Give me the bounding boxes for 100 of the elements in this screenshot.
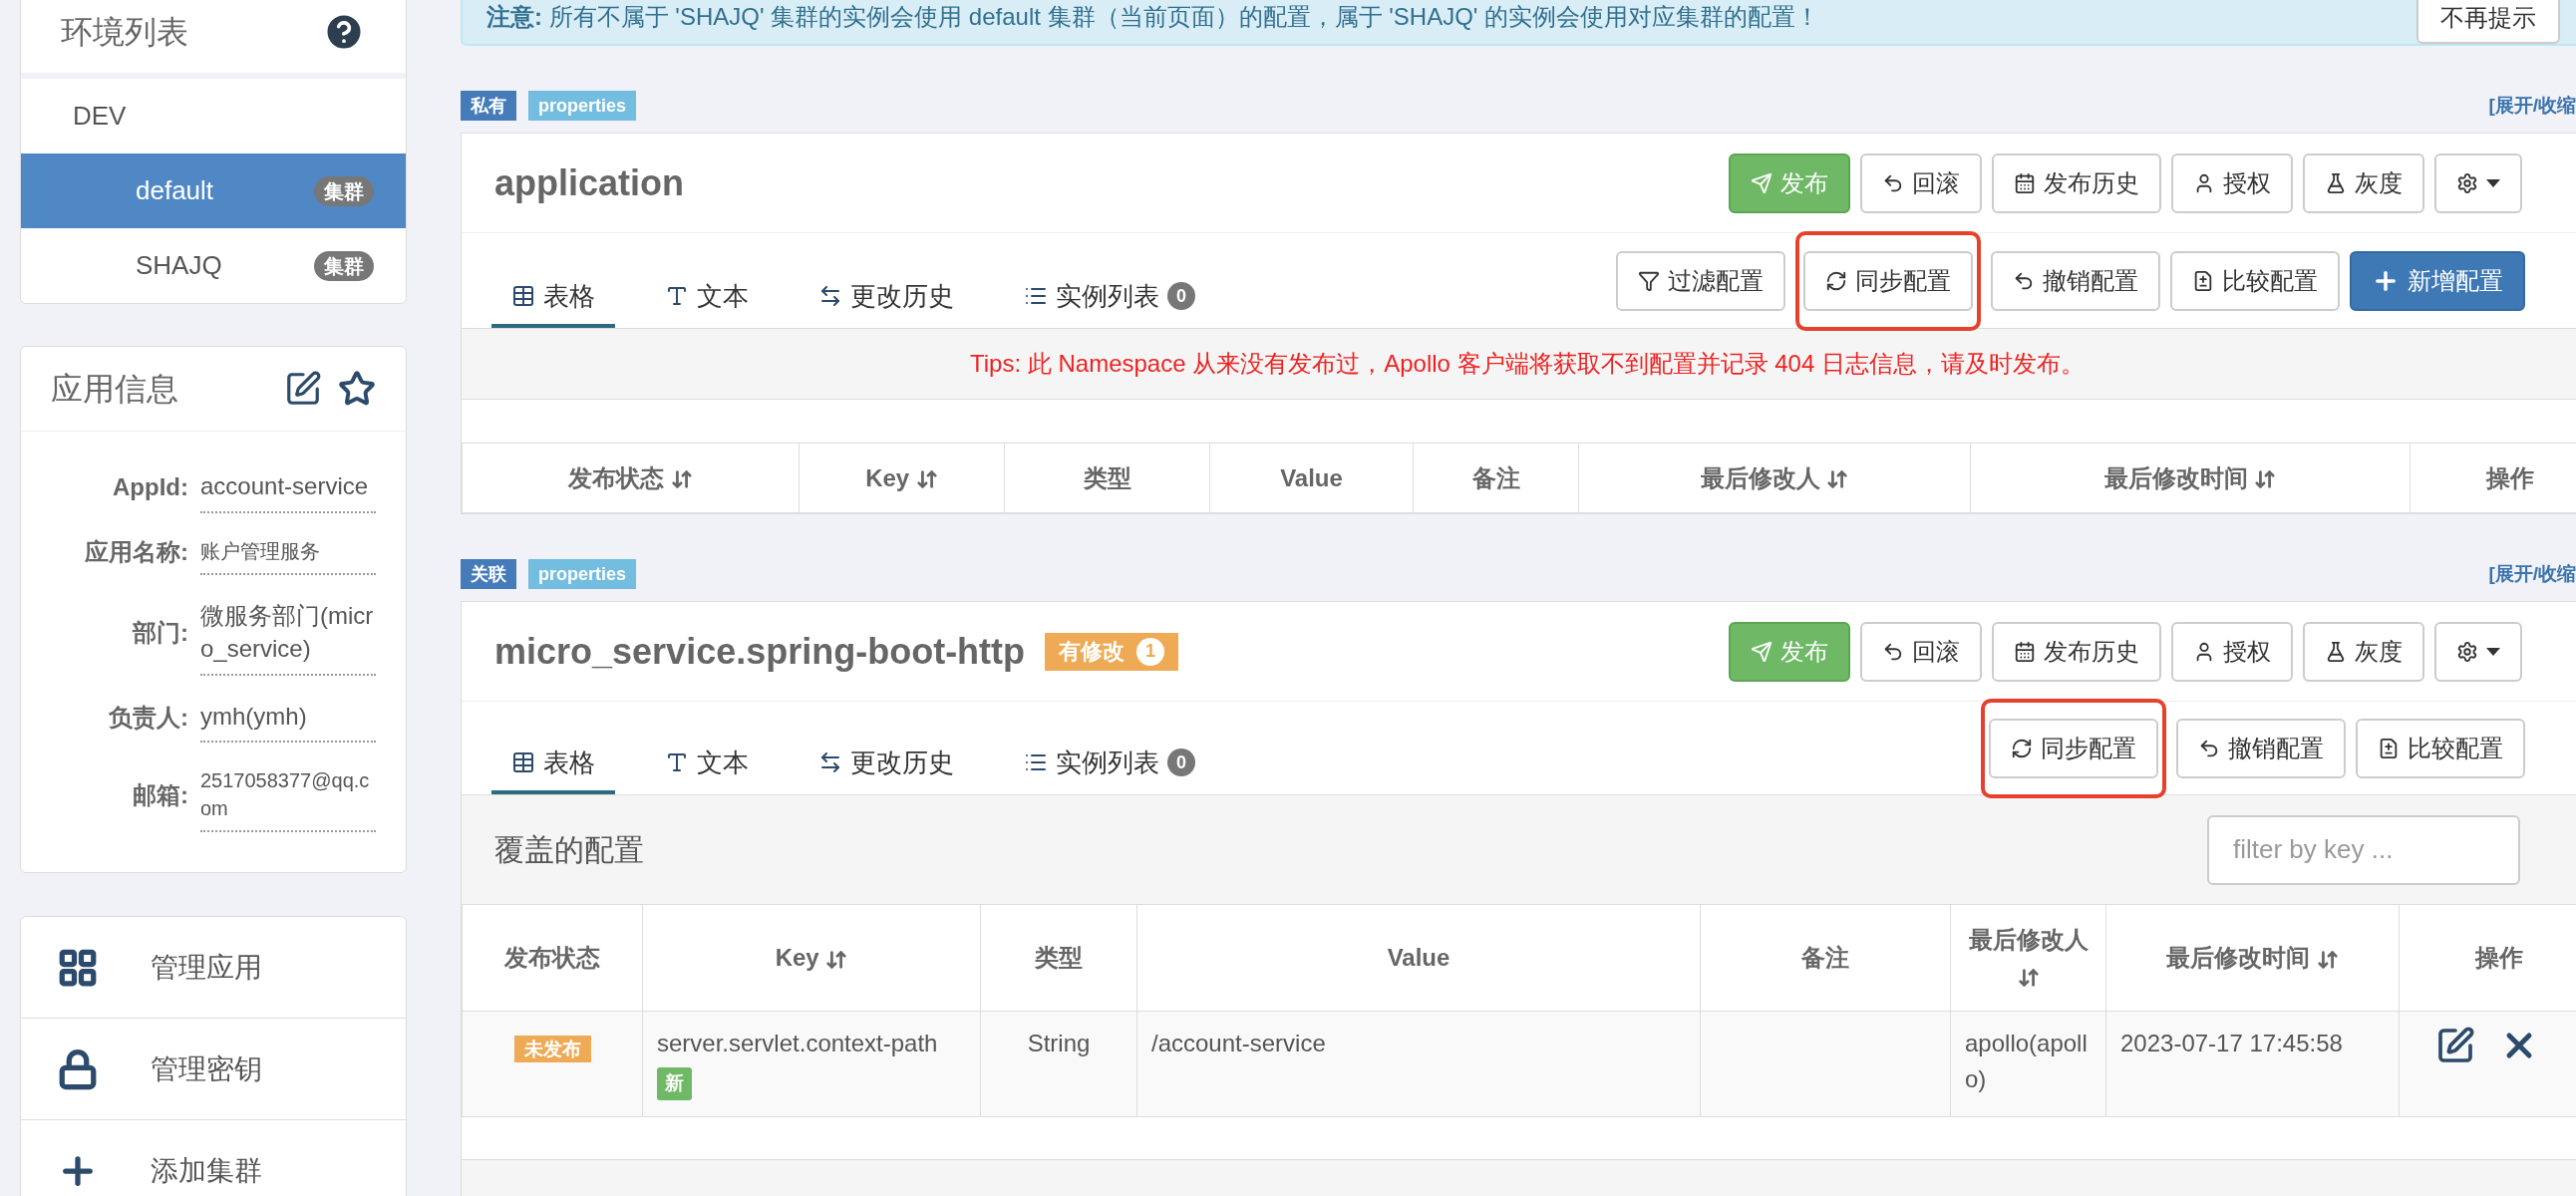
- status-badge: 未发布: [513, 1036, 591, 1062]
- field-value: account-service: [200, 461, 376, 513]
- cluster-item[interactable]: default 集群: [21, 153, 406, 228]
- tips-banner: Tips: 此 Namespace 从来没有发布过，Apollo 客户端将获取不到配置并记录 404 日志信息，请及时发布。: [462, 328, 2576, 400]
- document-icon: [2192, 269, 2214, 292]
- lock-icon: [57, 1047, 99, 1090]
- settings-dropdown-button[interactable]: [2434, 621, 2522, 682]
- column-header[interactable]: 最后修改时间: [2105, 904, 2400, 1012]
- caret-icon: [2486, 647, 2500, 656]
- expand-collapse-link[interactable]: [展开/收缩: [2488, 559, 2576, 589]
- env-item[interactable]: DEV: [21, 79, 406, 153]
- table-cell: String: [980, 1011, 1137, 1117]
- action-button[interactable]: 撤销配置: [2176, 718, 2346, 778]
- count-badge: 1: [1136, 637, 1165, 666]
- column-header: 备注: [1700, 904, 1951, 1012]
- table-cell: 2023-07-17 17:45:58: [2105, 1011, 2400, 1117]
- tab[interactable]: 实例列表 0: [1004, 268, 1215, 328]
- edit-icon[interactable]: [284, 370, 322, 408]
- sort-icon: [2316, 948, 2339, 971]
- action-button[interactable]: 授权: [2171, 621, 2293, 682]
- column-header[interactable]: 发布状态: [462, 443, 800, 513]
- menu-item[interactable]: 管理应用: [21, 917, 406, 1020]
- caret-icon: [2486, 178, 2500, 187]
- format-tag: properties: [528, 91, 637, 121]
- column-header: 类型: [1004, 443, 1210, 513]
- field-label: 部门:: [131, 618, 189, 649]
- action-button[interactable]: 灰度: [2303, 621, 2424, 682]
- key-text: server.servlet.context-path: [657, 1029, 939, 1058]
- menu-item[interactable]: 添加集群: [21, 1120, 406, 1196]
- action-button[interactable]: 灰度: [2303, 152, 2424, 213]
- field-value: 2517058377@qq.com: [200, 758, 376, 833]
- action-button[interactable]: 回滚: [1860, 621, 1982, 682]
- cluster-name: default: [136, 174, 214, 207]
- sort-icon: [2017, 966, 2040, 989]
- filter-icon: [1638, 269, 1660, 292]
- settings-icon: [2456, 640, 2478, 663]
- notice-text: 注意: 所有不属于 'SHAJQ' 集群的实例会使用 default 集群（当前页面）的配置，属于 'SHAJQ' 的实例会使用对应集群的配置！: [486, 2, 1820, 32]
- column-header[interactable]: 最后修改人: [1578, 443, 1971, 513]
- paper-plane-icon: [1751, 171, 1772, 194]
- cluster-name: SHAJQ: [136, 249, 222, 282]
- column-header[interactable]: 最后修改时间: [1970, 443, 2411, 513]
- field-value: 微服务部门(micro_service): [200, 590, 376, 676]
- cluster-badge: 集群: [314, 175, 374, 206]
- expand-collapse-link[interactable]: [展开/收缩: [2488, 91, 2576, 121]
- panel-title: 应用信息: [51, 370, 178, 409]
- namespace-title: application: [494, 160, 685, 205]
- refresh-icon: [2011, 737, 2033, 759]
- action-button[interactable]: 同步配置: [1803, 250, 1973, 311]
- column-header: 操作: [2410, 443, 2576, 513]
- scope-tag: 私有: [461, 91, 516, 121]
- table-cell: /account-service: [1136, 1011, 1701, 1117]
- filter-field[interactable]: filter by key ...: [2207, 814, 2520, 885]
- column-header[interactable]: 最后修改人: [1950, 904, 2106, 1012]
- tab[interactable]: 文本: [645, 735, 769, 794]
- count-badge: 0: [1167, 748, 1195, 776]
- column-header[interactable]: Key: [642, 904, 981, 1012]
- action-button[interactable]: 比较配置: [2170, 250, 2340, 311]
- column-header: 操作: [2399, 904, 2576, 1012]
- format-tag: properties: [528, 559, 637, 589]
- tab[interactable]: 更改历史: [799, 268, 974, 328]
- action-button[interactable]: 过滤配置: [1616, 250, 1785, 311]
- tab[interactable]: 实例列表 0: [1004, 735, 1215, 794]
- tab-icon: [511, 284, 535, 308]
- tab-icon: [665, 284, 689, 308]
- tab[interactable]: 文本: [645, 268, 769, 328]
- tab[interactable]: 更改历史: [799, 735, 974, 794]
- field-label: AppId:: [112, 471, 189, 502]
- settings-icon: [2456, 171, 2478, 194]
- dismiss-button[interactable]: 不再提示: [2416, 0, 2560, 44]
- tab-icon: [665, 750, 689, 774]
- calendar-icon: [2014, 171, 2036, 194]
- column-header: 发布状态: [462, 904, 643, 1012]
- tab-icon: [511, 750, 535, 774]
- star-icon[interactable]: [338, 370, 376, 408]
- sort-icon: [915, 468, 938, 491]
- paper-plane-icon: [1751, 640, 1772, 663]
- column-header: 类型: [980, 904, 1137, 1012]
- action-button[interactable]: 比较配置: [2356, 718, 2525, 778]
- action-button[interactable]: 授权: [2171, 152, 2293, 213]
- new-badge: 新: [657, 1067, 692, 1100]
- cluster-item[interactable]: SHAJQ 集群: [21, 228, 406, 303]
- field-label: 应用名称:: [84, 536, 189, 567]
- field-label: 邮箱:: [132, 780, 189, 811]
- column-header[interactable]: Key: [799, 443, 1005, 513]
- action-button[interactable]: 发布历史: [1992, 152, 2161, 213]
- action-button[interactable]: 同步配置: [1989, 718, 2158, 778]
- column-header: Value: [1136, 904, 1701, 1012]
- sort-icon: [825, 948, 848, 971]
- modified-badge: 有修改 1: [1045, 632, 1179, 671]
- sort-icon: [670, 468, 693, 491]
- settings-dropdown-button[interactable]: [2434, 152, 2522, 213]
- edit-icon[interactable]: [2435, 1026, 2475, 1065]
- flask-icon: [2325, 640, 2347, 663]
- menu-item[interactable]: 管理密钥: [21, 1019, 406, 1121]
- action-button[interactable]: 新增配置: [2350, 250, 2525, 311]
- action-button[interactable]: 发布历史: [1992, 621, 2161, 682]
- action-button[interactable]: 撤销配置: [1991, 250, 2160, 311]
- field-value: 账户管理服务: [200, 528, 376, 575]
- section-title: 覆盖的配置: [494, 832, 644, 868]
- action-button[interactable]: 回滚: [1860, 152, 1982, 213]
